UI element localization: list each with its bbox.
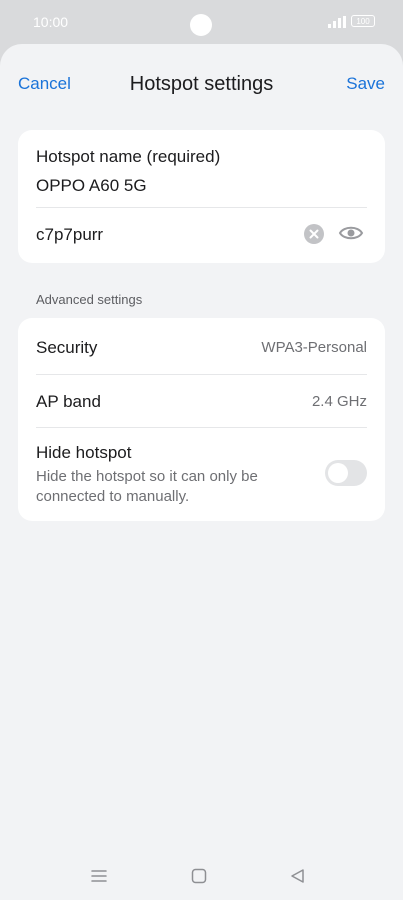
phone-frame: 10:00 100 Cancel Hotspot settings Save H…	[0, 0, 403, 900]
advanced-settings-card: Security WPA3-Personal AP band 2.4 GHz H…	[18, 318, 385, 521]
password-field[interactable]: c7p7purr	[36, 225, 103, 245]
advanced-settings-label: Advanced settings	[36, 292, 143, 307]
front-camera	[190, 14, 212, 36]
page-title: Hotspot settings	[129, 73, 274, 95]
hotspot-name-card: Hotspot name (required) OPPO A60 5G c7p7…	[18, 130, 385, 263]
header: Cancel Hotspot settings Save	[0, 44, 403, 124]
signal-icon	[328, 16, 346, 28]
save-button[interactable]: Save	[346, 74, 385, 94]
battery-icon: 100	[351, 15, 375, 27]
home-icon[interactable]	[189, 866, 209, 886]
hide-hotspot-row: Hide hotspot Hide the hotspot so it can …	[18, 427, 385, 521]
divider	[36, 207, 367, 208]
ap-band-row[interactable]: AP band 2.4 GHz	[18, 374, 385, 427]
security-value: WPA3-Personal	[261, 339, 367, 356]
status-time: 10:00	[33, 14, 69, 30]
menu-icon[interactable]	[89, 866, 109, 886]
hotspot-name-label: Hotspot name (required)	[36, 147, 221, 166]
navigation-bar	[0, 856, 403, 900]
hide-hotspot-toggle[interactable]	[325, 460, 367, 486]
security-row[interactable]: Security WPA3-Personal	[18, 318, 385, 374]
back-icon[interactable]	[288, 866, 308, 886]
ap-band-value: 2.4 GHz	[311, 393, 367, 410]
hide-hotspot-description: Hide the hotspot so it can only be conne…	[36, 468, 258, 505]
eye-icon[interactable]	[338, 222, 364, 244]
hotspot-name-field[interactable]: OPPO A60 5G	[36, 176, 147, 196]
security-label: Security	[36, 338, 98, 357]
toggle-knob	[328, 463, 348, 483]
clear-icon[interactable]	[304, 224, 324, 244]
hide-hotspot-label: Hide hotspot	[36, 443, 132, 462]
settings-screen: Cancel Hotspot settings Save Hotspot nam…	[0, 44, 403, 900]
ap-band-label: AP band	[36, 392, 101, 411]
status-bar: 10:00 100	[0, 0, 403, 44]
